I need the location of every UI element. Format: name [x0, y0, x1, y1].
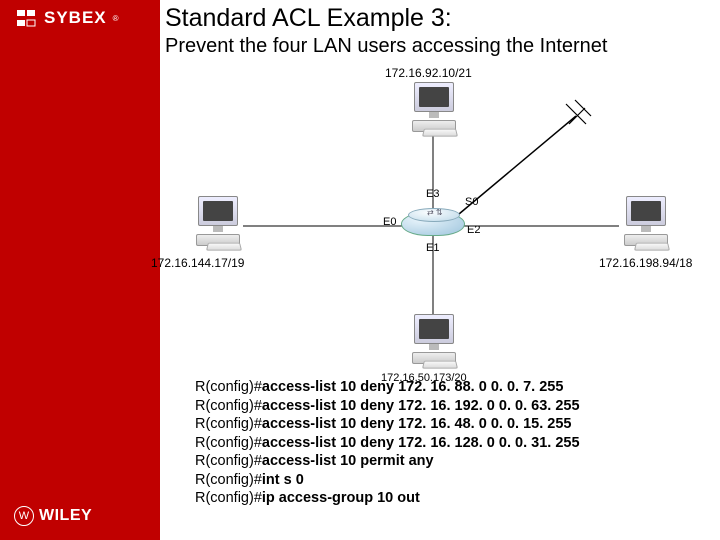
computer-top [407, 82, 461, 132]
port-label-e1: E1 [426, 242, 439, 254]
ip-label-right: 172.16.198.94/18 [599, 256, 692, 270]
router-icon: ⇄ ⇅ [401, 206, 465, 240]
registered-mark: ® [113, 14, 119, 23]
config-line: R(config)#access-list 10 deny 172. 16. 1… [195, 434, 714, 453]
slide-subtitle: Prevent the four LAN users accessing the… [165, 35, 714, 58]
config-line: R(config)#ip access-group 10 out [195, 489, 714, 508]
config-block: R(config)#access-list 10 deny 172. 16. 8… [195, 378, 714, 508]
config-line: R(config)#int s 0 [195, 471, 714, 490]
sybex-logo: SYBEX ® [14, 8, 119, 28]
port-label-e3: E3 [426, 188, 439, 200]
ip-label-bottom: 172.16.50.173/20 [381, 372, 467, 384]
computer-bottom [407, 314, 461, 364]
sidebar: SYBEX ® W WILEY [0, 0, 160, 540]
computer-right [619, 196, 673, 246]
ip-label-left: 172.16.144.17/19 [151, 256, 244, 270]
config-line: R(config)#access-list 10 permit any [195, 452, 714, 471]
port-label-e0: E0 [383, 216, 396, 228]
ip-label-top: 172.16.92.10/21 [385, 66, 472, 80]
network-diagram: 172.16.92.10/21 172.16.144.17/19 172.16.… [171, 64, 691, 374]
wiley-logo-icon: W [14, 506, 34, 526]
port-label-e2: E2 [467, 224, 480, 236]
wiley-logo: W WILEY [14, 506, 92, 526]
port-label-s0: S0 [465, 196, 478, 208]
config-line: R(config)#access-list 10 deny 172. 16. 4… [195, 415, 714, 434]
sybex-logo-text: SYBEX [44, 8, 107, 28]
wiley-logo-text: WILEY [39, 507, 92, 525]
sybex-logo-icon [14, 8, 38, 28]
slide-content: Standard ACL Example 3: Prevent the four… [165, 4, 714, 534]
computer-left [191, 196, 245, 246]
config-line: R(config)#access-list 10 deny 172. 16. 1… [195, 397, 714, 416]
slide-title: Standard ACL Example 3: [165, 4, 714, 33]
